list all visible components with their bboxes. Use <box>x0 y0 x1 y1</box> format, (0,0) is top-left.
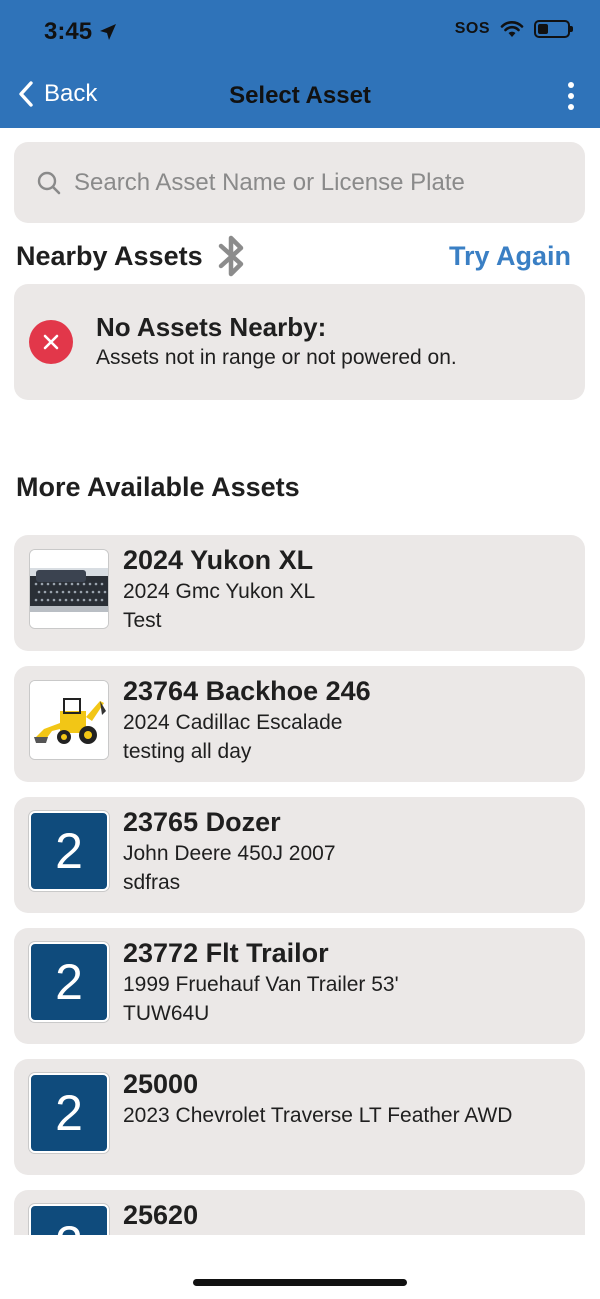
asset-thumbnail <box>29 680 109 760</box>
no-assets-title: No Assets Nearby: <box>96 312 327 342</box>
asset-name: 25620 <box>123 1200 199 1230</box>
status-indicators: SOS <box>454 20 573 38</box>
asset-card[interactable]: 2 23772 Flt Trailor 1999 Fruehauf Van Tr… <box>14 928 585 1044</box>
nearby-assets-header: Nearby Assets Try Again <box>16 232 571 280</box>
top-bar: 3:45 SOS Back Select Asset <box>0 0 600 128</box>
asset-card[interactable]: 2 23765 Dozer John Deere 450J 2007 sdfra… <box>14 797 585 913</box>
home-indicator[interactable] <box>193 1279 407 1286</box>
battery-fill <box>538 24 548 34</box>
more-assets-title: More Available Assets <box>16 472 300 502</box>
asset-description: John Deere 450J 2007 <box>123 842 336 865</box>
backhoe-photo-icon <box>30 681 108 759</box>
asset-name: 2024 Yukon XL <box>123 545 314 575</box>
asset-name: 23765 Dozer <box>123 807 281 837</box>
asset-thumbnail <box>29 549 109 629</box>
asset-description: 2024 Cadillac Escalade <box>123 711 343 734</box>
asset-description: 1999 Fruehauf Van Trailer 53' <box>123 973 399 996</box>
location-arrow-icon <box>100 24 117 40</box>
asset-description: 2024 Gmc Yukon XL <box>123 580 316 603</box>
page-title: Select Asset <box>229 82 371 109</box>
asset-number-badge: 2 <box>29 942 109 1022</box>
error-icon <box>29 320 73 364</box>
asset-number-badge: 2 <box>29 811 109 891</box>
wifi-icon <box>500 21 524 37</box>
search-bar[interactable] <box>14 142 585 223</box>
menu-dot <box>568 93 574 99</box>
suv-photo-icon <box>30 550 108 628</box>
menu-dot <box>568 104 574 110</box>
search-input[interactable] <box>74 168 534 197</box>
search-icon <box>37 171 61 194</box>
asset-number-badge: 2 <box>29 1204 109 1235</box>
menu-dot <box>568 82 574 88</box>
no-assets-message: Assets not in range or not powered on. <box>96 346 457 369</box>
asset-card[interactable]: 23764 Backhoe 246 2024 Cadillac Escalade… <box>14 666 585 782</box>
asset-card[interactable]: 2 25000 2023 Chevrolet Traverse LT Feath… <box>14 1059 585 1175</box>
asset-card[interactable]: 2 25620 <box>14 1190 585 1235</box>
no-assets-nearby-card: No Assets Nearby: Assets not in range or… <box>14 284 585 400</box>
asset-name: 23764 Backhoe 246 <box>123 676 371 706</box>
status-time-label: 3:45 <box>44 18 93 45</box>
asset-note: Test <box>123 609 162 632</box>
asset-note: testing all day <box>123 740 252 763</box>
asset-note: sdfras <box>123 871 181 894</box>
status-time: 3:45 <box>44 18 118 46</box>
asset-list[interactable]: 2024 Yukon XL 2024 Gmc Yukon XL Test 237… <box>0 520 600 1235</box>
asset-name: 25000 <box>123 1069 199 1099</box>
asset-note: TUW64U <box>123 1002 210 1025</box>
asset-name: 23772 Flt Trailor <box>123 938 329 968</box>
carrier-label: SOS <box>454 20 490 37</box>
nearby-assets-title: Nearby Assets <box>16 240 203 271</box>
battery-icon <box>534 20 573 38</box>
close-icon <box>43 334 59 350</box>
bluetooth-icon <box>218 235 243 277</box>
more-options-button[interactable] <box>568 82 574 110</box>
asset-card[interactable]: 2024 Yukon XL 2024 Gmc Yukon XL Test <box>14 535 585 651</box>
asset-number-badge: 2 <box>29 1073 109 1153</box>
asset-description: 2023 Chevrolet Traverse LT Feather AWD <box>123 1104 513 1127</box>
try-again-button[interactable]: Try Again <box>449 241 571 272</box>
